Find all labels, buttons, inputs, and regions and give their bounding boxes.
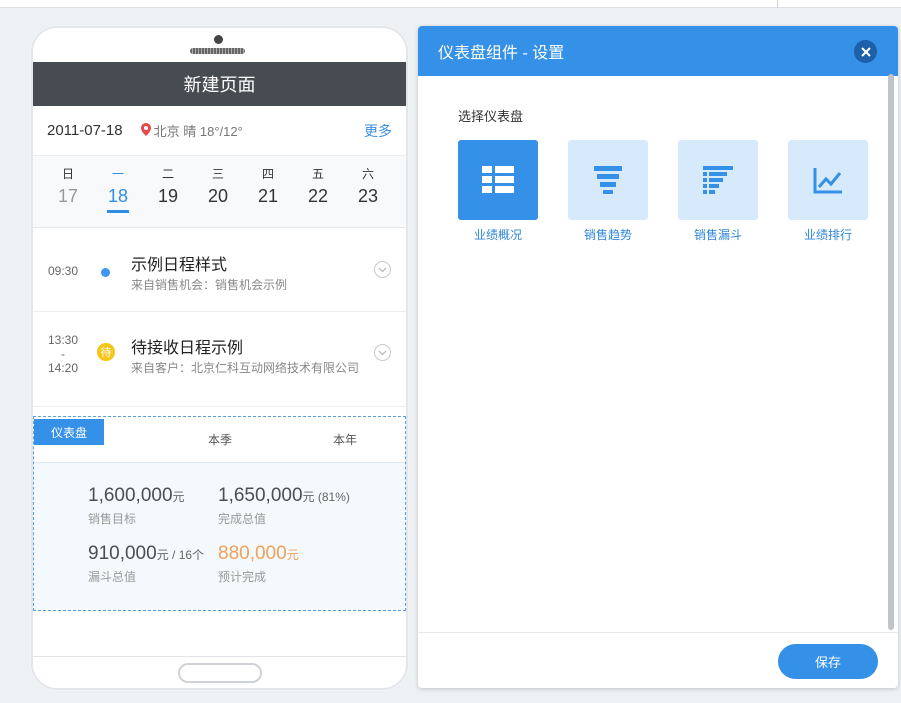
today-underline — [107, 210, 129, 213]
day-of-week: 一 — [111, 167, 124, 181]
stat-value: 1,650,000 — [218, 485, 303, 506]
stat-label: 预计完成 — [218, 570, 267, 584]
page-title-bar: 新建页面 — [33, 62, 406, 106]
dialog-footer: 保存 — [418, 632, 898, 688]
scrollbar[interactable] — [888, 74, 894, 630]
current-date: 2011-07-18 — [47, 122, 123, 139]
close-icon[interactable] — [854, 40, 877, 63]
event-status-dot — [101, 268, 110, 277]
home-button[interactable] — [178, 663, 262, 683]
event-subtitle: 来自销售机会：销售机会示例 — [131, 278, 288, 292]
more-link[interactable]: 更多 — [364, 121, 392, 141]
option-sales-funnel[interactable] — [678, 140, 758, 220]
day-of-week: 二 — [161, 167, 174, 181]
event-title: 待接收日程示例 — [131, 340, 244, 357]
event-start-time: 13:30 — [47, 333, 79, 347]
option-performance-overview[interactable] — [458, 140, 538, 220]
day-number: 23 — [357, 186, 379, 206]
date-weather-row: 2011-07-18 北京 晴 18°/12° 更多 — [33, 106, 406, 156]
camera-icon — [214, 35, 223, 44]
day-tue[interactable]: 二 19 — [143, 156, 193, 227]
page-title: 新建页面 — [183, 75, 256, 95]
phone-bottom-bar — [33, 656, 406, 688]
city: 北京 — [153, 124, 180, 139]
day-mon[interactable]: 一 18 — [93, 156, 143, 227]
week-strip: 日 17 一 18 二 19 三 20 四 21 五 22 六 23 — [33, 156, 406, 228]
pending-badge: 待 — [97, 343, 115, 361]
funnel-icon — [594, 166, 622, 194]
toolbar-divider — [777, 0, 778, 8]
schedule-item[interactable]: 13:30 - 14:20 待 待接收日程示例 来自客户：北京仁科互动网络技术有… — [33, 312, 406, 407]
stat-unit: 元 — [172, 490, 185, 504]
option-sales-trend[interactable] — [568, 140, 648, 220]
event-start-time: 09:30 — [47, 264, 79, 278]
phone-preview: 新建页面 2011-07-18 北京 晴 18°/12° 更多 日 17 一 18 … — [31, 26, 408, 690]
stat-unit: 元 — [286, 548, 299, 562]
event-subtitle: 来自客户：北京仁科互动网络技术有限公司 — [131, 361, 360, 375]
schedule-item[interactable]: 09:30 示例日程样式 来自销售机会：销售机会示例 — [33, 228, 406, 312]
day-fri[interactable]: 五 22 — [293, 156, 343, 227]
speaker-grille — [190, 48, 245, 54]
option-label: 业绩概况 — [473, 228, 522, 242]
day-of-week: 六 — [361, 167, 374, 181]
day-number: 22 — [307, 186, 329, 206]
day-of-week: 日 — [61, 167, 74, 181]
day-number: 21 — [257, 186, 279, 206]
day-number: 19 — [157, 186, 179, 206]
day-number: 18 — [107, 186, 129, 206]
dialog-header: 仪表盘组件 - 设置 — [418, 26, 898, 76]
option-label: 销售趋势 — [583, 228, 632, 242]
day-of-week: 三 — [211, 167, 224, 181]
event-time-separator: - — [61, 347, 65, 361]
day-sat[interactable]: 六 23 — [343, 156, 393, 227]
chevron-down-icon[interactable] — [374, 261, 391, 278]
event-time: 13:30 - 14:20 — [47, 333, 79, 375]
dashboard-stats: 1,600,000元 销售目标 1,650,000元 (81%) 完成总值 91… — [34, 463, 405, 610]
stat-forecast: 880,000元 预计完成 — [218, 543, 299, 585]
day-number: 17 — [57, 186, 79, 206]
grid-icon — [482, 166, 514, 193]
stat-label: 完成总值 — [218, 512, 267, 526]
stat-funnel-total: 910,000元 / 16个 漏斗总值 — [88, 543, 204, 585]
select-dashboard-label: 选择仪表盘 — [458, 109, 524, 124]
funnel-bars-icon — [703, 166, 733, 194]
stat-label: 漏斗总值 — [88, 570, 137, 584]
settings-dialog: 仪表盘组件 - 设置 选择仪表盘 业绩概况 销售趋势 销售漏斗 业绩排行 保存 — [418, 26, 898, 688]
save-button[interactable]: 保存 — [778, 644, 878, 679]
dialog-title: 仪表盘组件 - 设置 — [438, 45, 565, 62]
option-label: 业绩排行 — [803, 228, 852, 242]
location-pin-icon — [140, 122, 151, 139]
dashboard-tag: 仪表盘 — [34, 419, 104, 445]
day-of-week: 四 — [261, 167, 274, 181]
stat-sales-target: 1,600,000元 销售目标 — [88, 485, 185, 527]
day-of-week: 五 — [311, 167, 324, 181]
event-time: 09:30 — [47, 264, 79, 278]
option-performance-ranking[interactable] — [788, 140, 868, 220]
stat-value: 910,000 — [88, 543, 157, 564]
dashboard-widget[interactable]: 本季 本年 仪表盘 1,600,000元 销售目标 1,650,000元 (81… — [33, 416, 406, 611]
chevron-down-icon[interactable] — [374, 344, 391, 361]
stat-value: 880,000 — [218, 543, 287, 564]
tab-this-quarter[interactable]: 本季 — [208, 431, 232, 448]
location-weather: 北京 晴 18°/12° — [140, 121, 243, 140]
day-wed[interactable]: 三 20 — [193, 156, 243, 227]
line-chart-icon — [813, 168, 842, 194]
day-number: 20 — [207, 186, 229, 206]
stat-label: 销售目标 — [88, 512, 137, 526]
event-end-time: 14:20 — [47, 361, 79, 375]
weather: 晴 18°/12° — [183, 124, 243, 139]
stat-percent: (81%) — [314, 490, 350, 504]
stat-completed-total: 1,650,000元 (81%) 完成总值 — [218, 485, 350, 527]
stat-unit: 元 — [302, 490, 315, 504]
event-title: 示例日程样式 — [131, 257, 228, 274]
top-toolbar — [0, 0, 901, 8]
stat-value: 1,600,000 — [88, 485, 173, 506]
day-thu[interactable]: 四 21 — [243, 156, 293, 227]
option-label: 销售漏斗 — [693, 228, 742, 242]
stat-unit: 元 / 16个 — [156, 548, 205, 562]
day-sun[interactable]: 日 17 — [43, 156, 93, 227]
tab-this-year[interactable]: 本年 — [333, 431, 357, 448]
